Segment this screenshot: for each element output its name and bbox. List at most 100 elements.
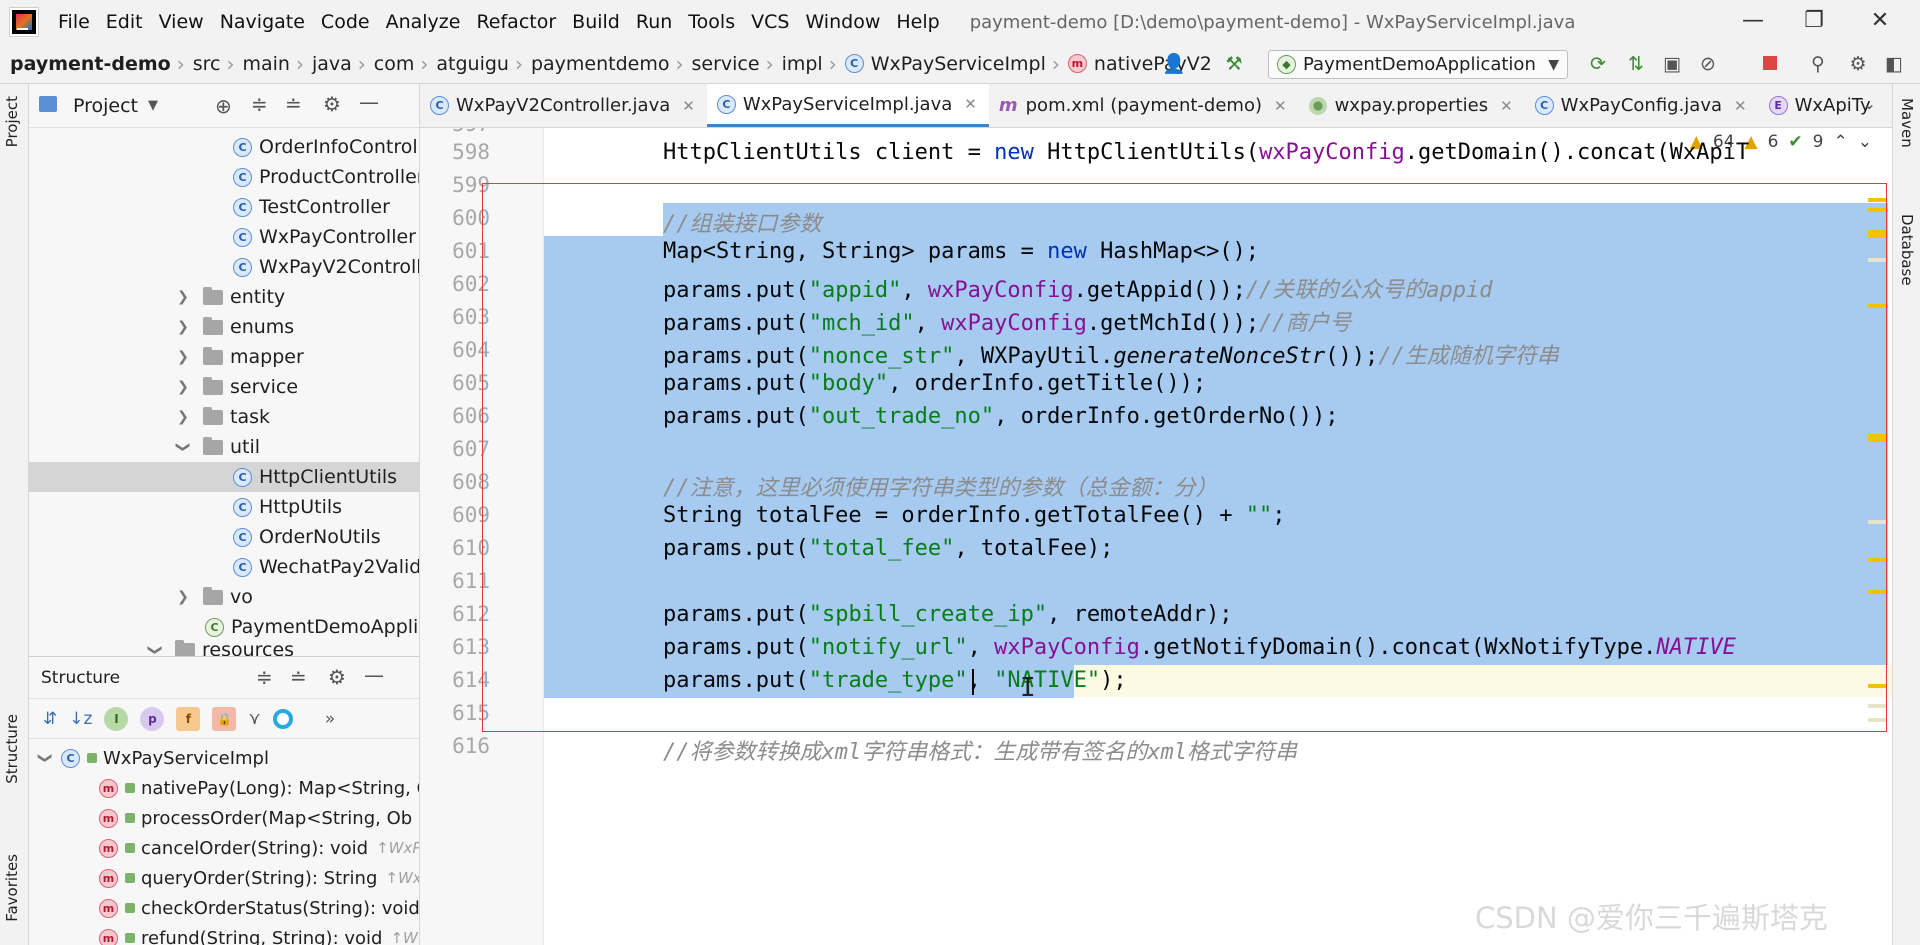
expand-all-icon[interactable]: ≑	[256, 665, 273, 689]
tree-item[interactable]: C OrderInfoControll	[29, 132, 419, 162]
chevron-down-icon[interactable]: ❯	[175, 437, 191, 457]
close-tab-icon[interactable]: ✕	[1500, 97, 1513, 115]
tab-pom-xml[interactable]: m pom.xml (payment-demo) ✕	[989, 84, 1299, 127]
filter-icon[interactable]: ⋎	[248, 709, 260, 729]
breadcrumb-project[interactable]: payment-demo	[0, 53, 175, 75]
close-window-button[interactable]: ✕	[1860, 8, 1900, 33]
breadcrumb-src[interactable]: src	[187, 53, 225, 75]
structure-root[interactable]: ❯ C WxPayServiceImpl	[35, 743, 269, 773]
breadcrumb-main[interactable]: main	[237, 53, 294, 75]
close-tab-icon[interactable]: ✕	[1734, 97, 1747, 115]
menu-tools[interactable]: Tools	[680, 11, 743, 33]
tree-item[interactable]: ❯ task	[29, 402, 419, 432]
menu-navigate[interactable]: Navigate	[212, 11, 313, 33]
chevron-right-icon[interactable]: ❯	[173, 349, 193, 365]
breadcrumb-java[interactable]: java	[306, 53, 356, 75]
tab-wxpayv2controller[interactable]: C WxPayV2Controller.java ✕	[420, 84, 707, 127]
show-non-public-icon[interactable]: 🔒	[212, 706, 237, 731]
tree-item[interactable]: C WechatPay2Valida	[29, 552, 419, 582]
tree-item[interactable]: C TestController	[29, 192, 419, 222]
rerun-icon[interactable]: ⟳	[1586, 52, 1610, 76]
tree-item[interactable]: ❯ vo	[29, 582, 419, 612]
chevron-right-icon[interactable]: ❯	[173, 319, 193, 335]
sort-alphabetically-icon[interactable]: ↓z	[69, 709, 92, 729]
menu-edit[interactable]: Edit	[98, 11, 151, 33]
menu-run[interactable]: Run	[628, 11, 680, 33]
close-tab-icon[interactable]: ✕	[682, 97, 695, 115]
sort-by-visibility-icon[interactable]: ⇵	[43, 709, 57, 729]
show-properties-icon[interactable]: p	[140, 706, 165, 731]
tree-item[interactable]: ❯ mapper	[29, 342, 419, 372]
profiler-icon[interactable]: ⊘	[1696, 52, 1720, 76]
structure-method[interactable]: m queryOrder(String): String ↑Wx	[99, 863, 419, 893]
structure-method[interactable]: m nativePay(Long): Map<String, C	[99, 773, 419, 803]
tab-list-chevron-icon[interactable]: ⌄	[1863, 94, 1876, 113]
code-editor[interactable]: ▲64 ▲6 ✔9 ⌃ ⌄ 597 598 599 600 601 602 60…	[420, 128, 1892, 945]
next-highlight-icon[interactable]: ⌄	[1858, 132, 1872, 152]
tree-item[interactable]: ❯ util	[29, 432, 419, 462]
tree-item[interactable]: C HttpUtils	[29, 492, 419, 522]
settings-icon[interactable]: ⚙	[1846, 52, 1870, 76]
user-icon[interactable]: 👤	[1162, 52, 1186, 76]
gear-icon[interactable]: ⚙	[323, 92, 341, 116]
menu-file[interactable]: File	[50, 11, 98, 33]
menu-analyze[interactable]: Analyze	[378, 11, 469, 33]
more-icon[interactable]: »	[325, 709, 335, 729]
breadcrumb-atguigu[interactable]: atguigu	[430, 53, 513, 75]
chevron-right-icon[interactable]: ❯	[173, 289, 193, 305]
breadcrumb-method[interactable]: m nativePayV2	[1062, 53, 1216, 75]
menu-refactor[interactable]: Refactor	[468, 11, 564, 33]
show-inherited-icon[interactable]: I	[104, 706, 129, 731]
collapse-all-icon[interactable]: ≐	[290, 665, 307, 689]
structure-method[interactable]: m checkOrderStatus(String): void	[99, 893, 419, 923]
favorites-tool-tab[interactable]: Favorites	[3, 854, 21, 922]
menu-help[interactable]: Help	[888, 11, 947, 33]
tree-item[interactable]: ❯ enums	[29, 312, 419, 342]
close-tab-icon[interactable]: ✕	[964, 95, 977, 113]
expand-all-icon[interactable]: ≑	[251, 92, 268, 116]
menu-view[interactable]: View	[151, 11, 212, 33]
tree-item[interactable]: C ProductController	[29, 162, 419, 192]
structure-tool-tab[interactable]: Structure	[3, 714, 21, 784]
chevron-down-icon[interactable]: ▼	[148, 98, 158, 113]
chevron-down-icon[interactable]: ❯	[147, 640, 163, 656]
tree-item[interactable]: ❯ resources	[29, 640, 419, 656]
maven-tool-tab[interactable]: Maven	[1898, 98, 1916, 148]
hide-panel-icon[interactable]: —	[359, 90, 379, 114]
chevron-right-icon[interactable]: ❯	[173, 379, 193, 395]
project-tool-tab[interactable]: Project	[3, 96, 21, 147]
debug-icon[interactable]: ⇅	[1624, 52, 1648, 76]
project-panel-title[interactable]: Project	[73, 95, 138, 117]
chevron-right-icon[interactable]: ❯	[173, 589, 193, 605]
chevron-down-icon[interactable]: ❯	[37, 748, 53, 768]
show-fields-icon[interactable]: f	[176, 706, 201, 731]
restore-button[interactable]: ❐	[1794, 8, 1834, 33]
coverage-icon[interactable]: ▣	[1660, 52, 1684, 76]
tree-item[interactable]: ❯ service	[29, 372, 419, 402]
locate-icon[interactable]: ⊕	[215, 94, 232, 118]
hide-panel-icon[interactable]: —	[364, 663, 384, 687]
structure-method[interactable]: m refund(String, String): void ↑W	[99, 923, 418, 945]
tab-wxpayserviceimpl[interactable]: C WxPayServiceImpl.java ✕	[706, 84, 989, 127]
tree-item[interactable]: ❯ entity	[29, 282, 419, 312]
search-icon[interactable]: ⚲	[1806, 52, 1830, 76]
menu-code[interactable]: Code	[313, 11, 378, 33]
tree-item[interactable]: C WxPayV2Controlle	[29, 252, 419, 282]
tab-wxpay-properties[interactable]: wxpay.properties ✕	[1299, 84, 1525, 127]
database-tool-tab[interactable]: Database	[1898, 214, 1916, 286]
breadcrumb-impl[interactable]: impl	[776, 53, 827, 75]
run-configuration-select[interactable]: ◆ PaymentDemoApplication ▼	[1268, 50, 1568, 79]
breadcrumb-class[interactable]: C WxPayServiceImpl	[839, 53, 1050, 75]
collapse-all-icon[interactable]: ≐	[285, 92, 302, 116]
breadcrumb-service[interactable]: service	[686, 53, 764, 75]
tree-item-selected[interactable]: C HttpClientUtils	[29, 462, 419, 492]
previous-highlight-icon[interactable]: ⌃	[1834, 132, 1848, 152]
tree-item[interactable]: C WxPayController	[29, 222, 419, 252]
gear-icon[interactable]: ⚙	[328, 665, 346, 689]
menu-window[interactable]: Window	[797, 11, 888, 33]
menu-build[interactable]: Build	[564, 11, 628, 33]
build-hammer-icon[interactable]: ⚒	[1222, 52, 1246, 76]
minimize-button[interactable]: —	[1733, 8, 1773, 33]
ide-update-icon[interactable]: ◧	[1882, 52, 1906, 76]
breadcrumb-paymentdemo[interactable]: paymentdemo	[525, 53, 674, 75]
